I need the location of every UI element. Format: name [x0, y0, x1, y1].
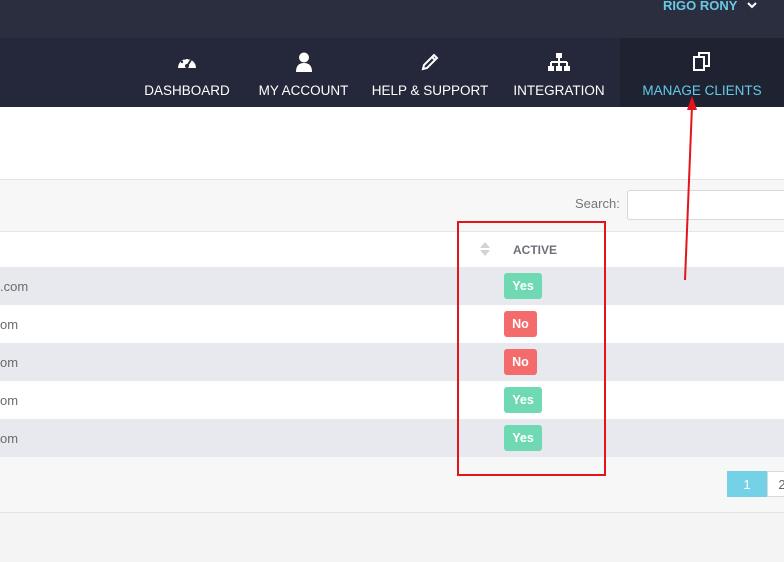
email-cell: om [0, 431, 19, 446]
page-button-current[interactable]: 1 [727, 471, 767, 497]
nav-integration-label: INTEGRATION [513, 83, 605, 98]
email-cell: .com [0, 279, 29, 294]
pencil-icon [420, 51, 440, 73]
page-button-next[interactable]: 2 [767, 471, 784, 497]
search-label: Search: [575, 196, 620, 211]
table-row: om Yes [0, 381, 784, 419]
nav-dashboard-label: DASHBOARD [144, 83, 230, 98]
nav-manage-clients-label: MANAGE CLIENTS [642, 83, 762, 98]
table-row: om No [0, 343, 784, 381]
sitemap-icon [548, 51, 570, 73]
nav-my-account-label: MY ACCOUNT [258, 83, 349, 98]
copy-icon [691, 51, 713, 73]
email-cell: om [0, 317, 19, 332]
nav-integration[interactable]: INTEGRATION [512, 38, 606, 107]
email-cell: om [0, 393, 19, 408]
annotation-highlight-box [457, 221, 606, 476]
search-input[interactable] [627, 190, 784, 220]
table-header [0, 231, 784, 267]
table-row: .com Yes [0, 267, 784, 305]
user-icon [295, 51, 313, 73]
nav-help-support-label: HELP & SUPPORT [371, 83, 489, 98]
table-row: om Yes [0, 419, 784, 457]
top-bar: RIGO RONY [0, 0, 784, 38]
nav-manage-clients[interactable]: MANAGE CLIENTS [620, 38, 784, 107]
speedometer-icon [176, 51, 198, 73]
user-name: RIGO RONY [663, 0, 738, 13]
nav-my-account[interactable]: MY ACCOUNT [256, 38, 351, 107]
chevron-down-icon [747, 2, 758, 9]
table-row: om No [0, 305, 784, 343]
nav-help-support[interactable]: HELP & SUPPORT [371, 38, 489, 107]
pagination: 1 2 [727, 471, 784, 497]
nav-dashboard[interactable]: DASHBOARD [143, 38, 231, 107]
page-header-area [0, 107, 784, 179]
main-nav: DASHBOARD MY ACCOUNT HELP & SUPPORT INTE… [0, 38, 784, 107]
user-menu[interactable]: RIGO RONY [663, 0, 758, 14]
email-cell: om [0, 355, 19, 370]
